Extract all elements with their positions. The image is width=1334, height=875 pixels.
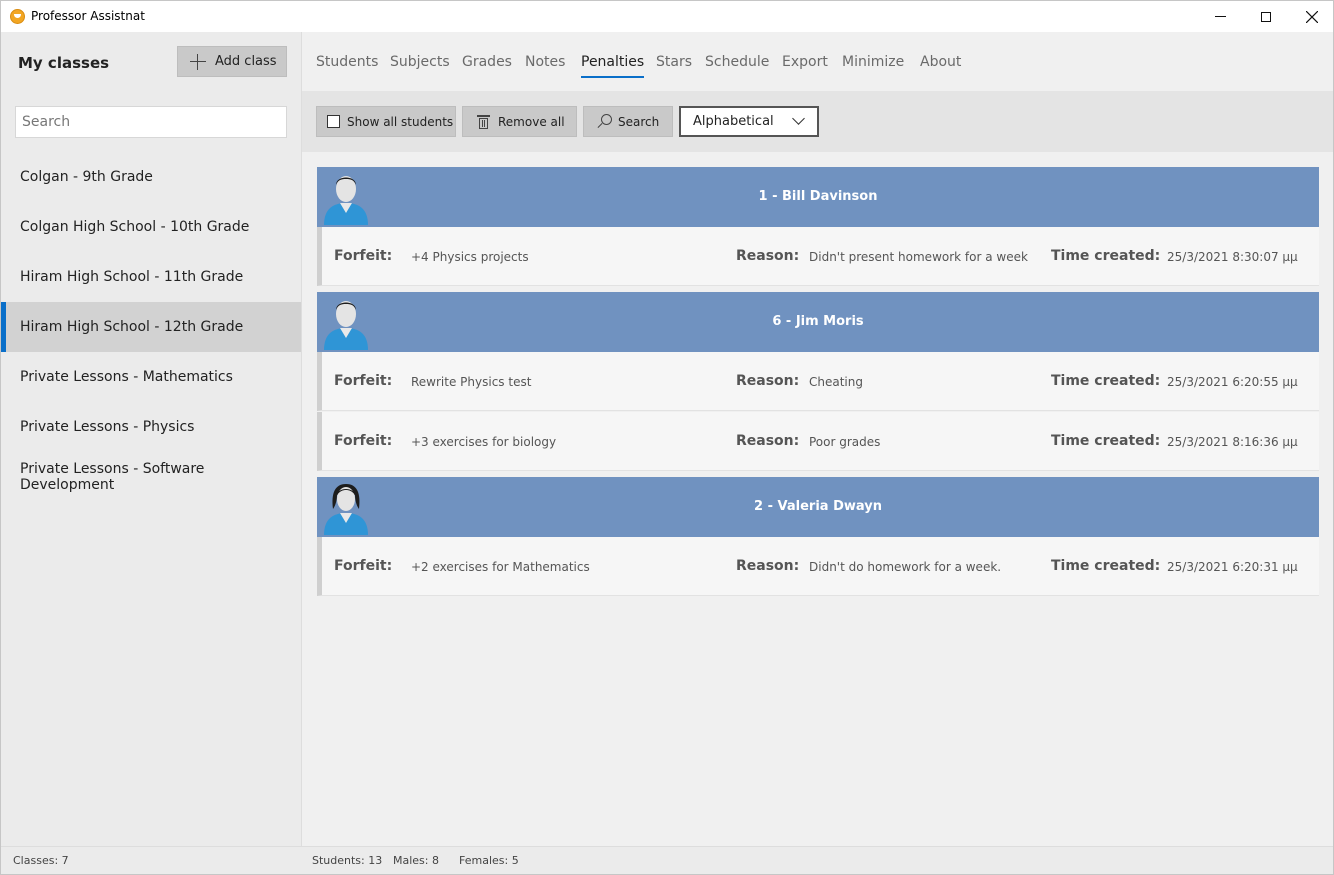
tab-minimize[interactable]: Minimize	[842, 54, 904, 78]
close-icon	[1306, 10, 1318, 23]
penalty-row[interactable]: Forfeit: +2 exercises for Mathematics Re…	[317, 537, 1319, 596]
student-header[interactable]: 2 - Valeria Dwayn	[317, 477, 1319, 537]
tab-export[interactable]: Export	[782, 54, 828, 78]
search-icon	[596, 113, 612, 130]
forfeit-value: Rewrite Physics test	[411, 375, 532, 389]
app-logo-icon	[10, 9, 25, 24]
time-created-label: Time created:	[1051, 248, 1161, 264]
forfeit-label: Forfeit:	[334, 433, 393, 449]
show-all-students-toggle[interactable]: Show all students	[316, 106, 456, 137]
maximize-window-button[interactable]	[1243, 1, 1289, 32]
penalties-list: 1 - Bill Davinson Forfeit: +4 Physics pr…	[302, 152, 1333, 846]
forfeit-label: Forfeit:	[334, 373, 393, 389]
student-header[interactable]: 1 - Bill Davinson	[317, 167, 1319, 227]
remove-all-button[interactable]: Remove all	[462, 106, 577, 137]
forfeit-label: Forfeit:	[334, 558, 393, 574]
penalty-row[interactable]: Forfeit: +3 exercises for biology Reason…	[317, 412, 1319, 471]
close-window-button[interactable]	[1289, 1, 1334, 32]
status-bar: Classes: 7 Students: 13 Males: 8 Females…	[1, 846, 1333, 874]
class-item-label: Private Lessons - Physics	[20, 419, 195, 435]
tab-schedule[interactable]: Schedule	[705, 54, 769, 78]
class-item-label: Hiram High School - 12th Grade	[20, 319, 244, 335]
tab-about[interactable]: About	[920, 54, 961, 78]
sidebar: My classes Add class Colgan - 9th Grade …	[1, 32, 301, 846]
class-list: Colgan - 9th Grade Colgan High School - …	[1, 152, 301, 502]
class-item-label: Colgan - 9th Grade	[20, 169, 153, 185]
trash-icon	[477, 114, 490, 129]
reason-value: Didn't present homework for a week	[809, 250, 1028, 264]
search-label: Search	[618, 114, 660, 129]
student-name: 6 - Jim Moris	[772, 314, 864, 329]
class-item[interactable]: Hiram High School - 11th Grade	[1, 252, 301, 302]
sidebar-header: My classes Add class	[1, 32, 301, 92]
time-created-value: 25/3/2021 8:30:07 μμ	[1167, 250, 1298, 264]
show-all-checkbox[interactable]	[327, 115, 340, 128]
tab-grades[interactable]: Grades	[462, 54, 512, 78]
tab-subjects[interactable]: Subjects	[390, 54, 450, 78]
add-class-button[interactable]: Add class	[177, 46, 287, 77]
time-created-label: Time created:	[1051, 433, 1161, 449]
class-item[interactable]: Private Lessons - Physics	[1, 402, 301, 452]
student-header[interactable]: 6 - Jim Moris	[317, 292, 1319, 352]
penalty-row[interactable]: Forfeit: +4 Physics projects Reason: Did…	[317, 227, 1319, 286]
classes-count: Classes: 7	[13, 854, 69, 867]
search-button[interactable]: Search	[583, 106, 673, 137]
window-title: Professor Assistnat	[31, 9, 145, 23]
penalties-toolbar: Show all students Remove all Search Alph…	[302, 91, 1333, 152]
minimize-icon	[1214, 16, 1226, 17]
reason-value: Didn't do homework for a week.	[809, 560, 1002, 574]
class-item[interactable]: Colgan - 9th Grade	[1, 152, 301, 202]
students-count: Students: 13	[312, 854, 383, 867]
tab-stars[interactable]: Stars	[656, 54, 692, 78]
class-item[interactable]: Private Lessons - Mathematics	[1, 352, 301, 402]
reason-value: Cheating	[809, 375, 863, 389]
time-created-value: 25/3/2021 6:20:31 μμ	[1167, 560, 1298, 574]
maximize-icon	[1261, 11, 1271, 22]
minimize-window-button[interactable]	[1197, 1, 1243, 32]
tab-bar: Students Subjects Grades Notes Penalties…	[302, 32, 1333, 91]
class-item-label: Hiram High School - 11th Grade	[20, 269, 244, 285]
chevron-down-icon	[792, 112, 805, 125]
time-created-value: 25/3/2021 8:16:36 μμ	[1167, 435, 1298, 449]
reason-label: Reason:	[736, 558, 800, 574]
forfeit-value: +4 Physics projects	[411, 250, 529, 264]
forfeit-value: +2 exercises for Mathematics	[411, 560, 590, 574]
tab-notes[interactable]: Notes	[525, 54, 565, 78]
sort-dropdown[interactable]: Alphabetical	[679, 106, 819, 137]
time-created-value: 25/3/2021 6:20:55 μμ	[1167, 375, 1298, 389]
reason-label: Reason:	[736, 248, 800, 264]
app-window: Professor Assistnat My classes Add class…	[0, 0, 1334, 875]
plus-icon	[190, 53, 206, 70]
penalty-row[interactable]: Forfeit: Rewrite Physics test Reason: Ch…	[317, 352, 1319, 411]
reason-value: Poor grades	[809, 435, 881, 449]
title-bar: Professor Assistnat	[1, 1, 1333, 32]
sidebar-heading: My classes	[18, 54, 110, 72]
student-name: 1 - Bill Davinson	[758, 189, 878, 204]
forfeit-value: +3 exercises for biology	[411, 435, 557, 449]
forfeit-label: Forfeit:	[334, 248, 393, 264]
females-count: Females: 5	[459, 854, 519, 867]
class-item-label: Private Lessons - Software Development	[20, 461, 205, 493]
reason-label: Reason:	[736, 433, 800, 449]
student-name: 2 - Valeria Dwayn	[754, 499, 882, 514]
show-all-label: Show all students	[347, 114, 454, 129]
time-created-label: Time created:	[1051, 558, 1161, 574]
time-created-label: Time created:	[1051, 373, 1161, 389]
class-item-selected[interactable]: Hiram High School - 12th Grade	[1, 302, 301, 352]
sort-value: Alphabetical	[693, 114, 774, 129]
add-class-label: Add class	[215, 54, 277, 69]
reason-label: Reason:	[736, 373, 800, 389]
remove-all-label: Remove all	[498, 114, 565, 129]
class-item-label: Private Lessons - Mathematics	[20, 369, 233, 385]
class-search-input[interactable]	[15, 106, 287, 138]
tab-penalties[interactable]: Penalties	[581, 54, 645, 78]
males-count: Males: 8	[393, 854, 439, 867]
class-item[interactable]: Colgan High School - 10th Grade	[1, 202, 301, 252]
class-item[interactable]: Private Lessons - Software Development	[1, 452, 301, 502]
class-item-label: Colgan High School - 10th Grade	[20, 219, 250, 235]
tab-students[interactable]: Students	[316, 54, 378, 78]
